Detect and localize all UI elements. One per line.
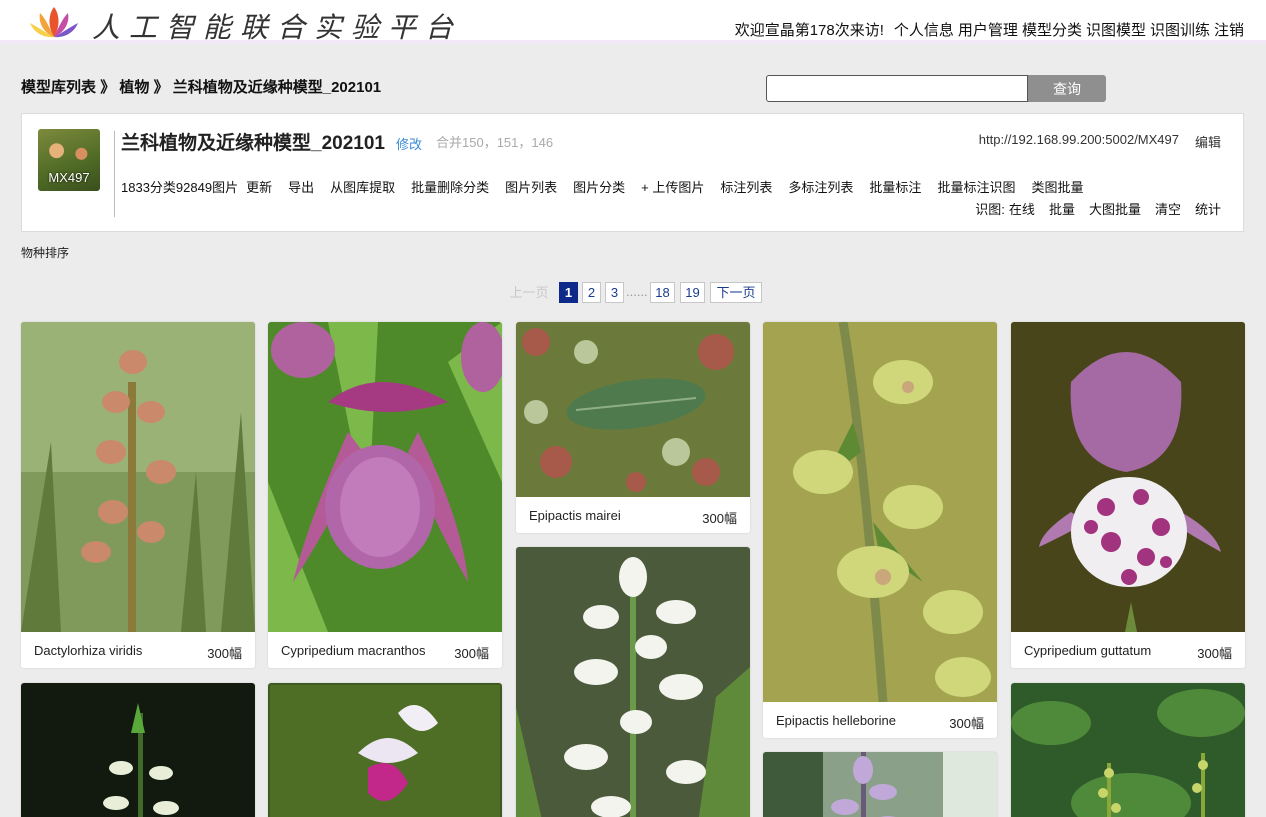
image-count: 300幅 bbox=[949, 716, 984, 731]
model-thumbnail-label: MX497 bbox=[48, 170, 90, 185]
logo-text: 人工智能联合实验平台 bbox=[92, 11, 463, 44]
species-name: Epipactis mairei bbox=[529, 508, 621, 523]
panel-divider bbox=[114, 131, 115, 217]
species-photo bbox=[516, 547, 750, 817]
recognition-label: 识图: bbox=[975, 202, 1005, 217]
card-caption: Cypripedium macranthos 300幅 bbox=[268, 632, 502, 668]
pagination-page[interactable]: 1 bbox=[559, 282, 578, 303]
action-batch-annotate[interactable]: 批量标注 bbox=[869, 180, 921, 195]
species-photo bbox=[21, 683, 255, 817]
recog-large-batch[interactable]: 大图批量 bbox=[1089, 202, 1141, 217]
species-photo bbox=[268, 322, 502, 632]
breadcrumb-separator: 》 bbox=[153, 79, 169, 96]
search-button[interactable]: 查询 bbox=[1028, 75, 1106, 102]
species-photo bbox=[21, 322, 255, 632]
species-card[interactable] bbox=[516, 547, 750, 817]
breadcrumb-current: 兰科植物及近缘种模型_202101 bbox=[172, 79, 382, 96]
action-batch-annotate-recognize[interactable]: 批量标注识图 bbox=[937, 180, 1015, 195]
recog-batch[interactable]: 批量 bbox=[1049, 202, 1075, 217]
welcome-text: 欢迎宣晶第178次来访! bbox=[734, 22, 884, 39]
recog-online[interactable]: 在线 bbox=[1009, 202, 1035, 217]
model-action-row: 1833分类92849图片 更新 导出 从图库提取 批量删除分类 图片列表 图片分类 + 上传… bbox=[121, 177, 1099, 196]
species-name: Cypripedium guttatum bbox=[1024, 643, 1152, 658]
breadcrumb: 模型库列表 》 植物 》 兰科植物及近缘种模型_202101 bbox=[21, 76, 381, 97]
model-info-panel: MX497 兰科植物及近缘种模型_202101 修改 合并150，151，146… bbox=[21, 113, 1244, 232]
pagination-prev[interactable]: 上一页 bbox=[506, 282, 552, 303]
species-card-epipactis-mairei[interactable]: Epipactis mairei 300幅 bbox=[516, 322, 750, 533]
image-count: 300幅 bbox=[207, 646, 242, 661]
species-photo bbox=[1011, 683, 1245, 817]
card-caption: Cypripedium guttatum 300幅 bbox=[1011, 632, 1245, 668]
card-caption: Dactylorhiza viridis 300幅 bbox=[21, 632, 255, 668]
url-edit-link[interactable]: 编辑 bbox=[1195, 132, 1221, 151]
species-name: Cypripedium macranthos bbox=[281, 643, 426, 658]
pagination-page[interactable]: 3 bbox=[605, 282, 624, 303]
image-count: 300幅 bbox=[702, 511, 737, 526]
species-photo bbox=[1011, 322, 1245, 632]
model-edit-link[interactable]: 修改 bbox=[396, 134, 422, 153]
nav-user-management[interactable]: 用户管理 bbox=[958, 22, 1018, 39]
species-photo bbox=[268, 683, 502, 817]
pagination-next[interactable]: 下一页 bbox=[710, 282, 762, 303]
species-name: Epipactis helleborine bbox=[776, 713, 896, 728]
model-url: http://192.168.99.200:5002/MX497 bbox=[978, 132, 1179, 147]
action-annotation-list[interactable]: 标注列表 bbox=[720, 180, 772, 195]
species-card[interactable] bbox=[763, 752, 997, 817]
top-header: 人工智能联合实验平台 欢迎宣晶第178次来访! 个人信息 用户管理 模型分类 识图模型识… bbox=[0, 0, 1266, 44]
lotus-logo-icon bbox=[30, 7, 78, 38]
action-extract-from-gallery[interactable]: 从图库提取 bbox=[330, 180, 395, 195]
action-category-image-batch[interactable]: 类图批量 bbox=[1031, 180, 1083, 195]
action-upload-images[interactable]: + 上传图片 bbox=[641, 180, 704, 195]
action-export[interactable]: 导出 bbox=[288, 180, 314, 195]
species-photo bbox=[763, 322, 997, 702]
species-card-epipactis-helleborine[interactable]: Epipactis helleborine 300幅 bbox=[763, 322, 997, 738]
pagination-page[interactable]: 19 bbox=[680, 282, 705, 303]
search-input[interactable] bbox=[766, 75, 1028, 102]
pagination-page[interactable]: 2 bbox=[582, 282, 601, 303]
nav-recognition-model[interactable]: 识图模型 bbox=[1086, 22, 1146, 39]
species-card[interactable] bbox=[21, 683, 255, 817]
recognition-row: 识图: 在线 批量 大图批量 清空 统计 bbox=[975, 199, 1221, 218]
nav-recognition-training[interactable]: 识图训练 bbox=[1150, 22, 1210, 39]
card-caption: Epipactis mairei 300幅 bbox=[516, 497, 750, 533]
species-card-dactylorhiza-viridis[interactable]: Dactylorhiza viridis 300幅 bbox=[21, 322, 255, 668]
model-merge-text: 合并150，151，146 bbox=[436, 135, 554, 150]
species-photo bbox=[763, 752, 997, 817]
action-multi-annotation-list[interactable]: 多标注列表 bbox=[788, 180, 853, 195]
breadcrumb-model-list[interactable]: 模型库列表 bbox=[21, 79, 96, 96]
pagination-page[interactable]: 18 bbox=[650, 282, 675, 303]
pagination-ellipsis: ...... bbox=[626, 284, 648, 299]
species-card[interactable] bbox=[1011, 683, 1245, 817]
species-card[interactable] bbox=[268, 683, 502, 817]
breadcrumb-separator: 》 bbox=[100, 79, 116, 96]
image-count: 300幅 bbox=[1197, 646, 1232, 661]
recog-clear[interactable]: 清空 bbox=[1155, 202, 1181, 217]
species-card-cypripedium-guttatum[interactable]: Cypripedium guttatum 300幅 bbox=[1011, 322, 1245, 668]
top-nav: 欢迎宣晶第178次来访! 个人信息 用户管理 模型分类 识图模型 识图训练 注销 bbox=[735, 19, 1244, 40]
card-caption: Epipactis helleborine 300幅 bbox=[763, 702, 997, 738]
nav-logout[interactable]: 注销 bbox=[1214, 22, 1244, 39]
species-sort-link[interactable]: 物种排序 bbox=[21, 244, 69, 261]
action-update[interactable]: 更新 bbox=[246, 180, 272, 195]
model-thumbnail[interactable]: MX497 bbox=[38, 129, 100, 191]
action-image-classify[interactable]: 图片分类 bbox=[573, 180, 625, 195]
action-batch-delete-categories[interactable]: 批量删除分类 bbox=[411, 180, 489, 195]
nav-model-category[interactable]: 模型分类 bbox=[1022, 22, 1082, 39]
model-title: 兰科植物及近缘种模型_202101 bbox=[121, 133, 385, 154]
model-count-text: 1833分类92849图片 bbox=[121, 180, 239, 195]
breadcrumb-plants[interactable]: 植物 bbox=[119, 79, 149, 96]
nav-profile[interactable]: 个人信息 bbox=[894, 22, 954, 39]
image-count: 300幅 bbox=[454, 646, 489, 661]
recog-statistics[interactable]: 统计 bbox=[1195, 202, 1221, 217]
action-image-list[interactable]: 图片列表 bbox=[505, 180, 557, 195]
species-photo bbox=[516, 322, 750, 497]
species-name: Dactylorhiza viridis bbox=[34, 643, 143, 658]
species-card-cypripedium-macranthos[interactable]: Cypripedium macranthos 300幅 bbox=[268, 322, 502, 668]
